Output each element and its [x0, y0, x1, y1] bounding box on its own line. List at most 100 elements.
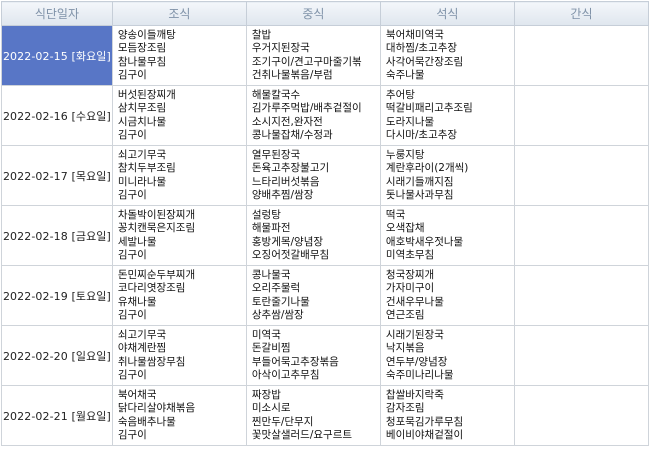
menu-item: 세발나물 — [117, 235, 157, 248]
menu-item: 추어탕 — [385, 88, 415, 101]
menu-item: 도라지나물 — [385, 115, 435, 128]
menu-item: 쇠고기무국 — [117, 148, 167, 161]
breakfast-cell: 돈민찌순두부찌개 코다리엿장조림 유채나물 김구이 — [111, 265, 247, 326]
header-date[interactable]: 식단일자 — [1, 1, 113, 26]
snack-cell — [513, 205, 650, 266]
menu-item: 아삭이고추무침 — [251, 368, 320, 381]
lunch-cell: 열무된장국 돈육고추장불고기 느타리버섯볶음 양배추찜/쌈장 — [245, 145, 381, 206]
date-cell[interactable]: 2022-02-15 [화요일] — [1, 25, 113, 86]
menu-item: 시금치나물 — [117, 115, 167, 128]
dinner-cell: 북어채미역국 대하찜/초고추장 사각어묵간장조림 숙주나물 — [379, 25, 515, 86]
menu-item: 취나물쌈장무침 — [117, 355, 186, 368]
breakfast-cell: 차돌박이된장찌개 꽁치캔묵은지조림 세발나물 김구이 — [111, 205, 247, 266]
menu-item: 청포묵김가루무침 — [385, 415, 464, 428]
meal-schedule-table: 식단일자 조식 중식 석식 간식 2022-02-15 [화요일] 양송이들깨탕 모… — [1, 1, 650, 446]
table-row[interactable]: 2022-02-20 [일요일] 쇠고기무국 야채계란찜 취나물쌈장무침 김구이 미역국 돈… — [1, 325, 650, 386]
breakfast-cell: 북어채국 닭다리살야채볶음 숙음배추나물 김구이 — [111, 385, 247, 446]
lunch-cell: 콩나물국 오리주물럭 토란줄기나물 상추쌈/쌈장 — [245, 265, 381, 326]
breakfast-cell: 양송이들깨탕 모듬장조림 참나물무침 김구이 — [111, 25, 247, 86]
menu-item: 찰밥 — [251, 28, 272, 41]
breakfast-cell: 쇠고기무국 참치두부조림 미니라나물 김구이 — [111, 145, 247, 206]
menu-item: 소시지전,완자전 — [251, 115, 323, 128]
menu-item: 삼치무조림 — [117, 102, 167, 115]
table-row[interactable]: 2022-02-19 [토요일] 돈민찌순두부찌개 코다리엿장조림 유채나물 김구이 콩나… — [1, 265, 650, 326]
header-breakfast[interactable]: 조식 — [111, 1, 247, 26]
menu-item: 찹쌀바지락죽 — [385, 388, 444, 401]
menu-item: 꽃맛살샐러드/요구르트 — [251, 428, 353, 441]
dinner-cell: 시래기된장국 낙지볶음 연두부/양념장 숙주미나리나물 — [379, 325, 515, 386]
menu-item: 홍방게목/양념장 — [251, 235, 324, 248]
header-snack[interactable]: 간식 — [513, 1, 650, 26]
date-cell[interactable]: 2022-02-19 [토요일] — [1, 265, 113, 326]
menu-item: 다시마/초고추장 — [385, 128, 458, 141]
date-cell[interactable]: 2022-02-16 [수요일] — [1, 85, 113, 146]
menu-item: 양송이들깨탕 — [117, 28, 176, 41]
table-row[interactable]: 2022-02-15 [화요일] 양송이들깨탕 모듬장조림 참나물무침 김구이 찰밥 우거지… — [1, 25, 650, 86]
menu-item: 계란후라이(2개씩) — [385, 162, 469, 175]
menu-item: 콩나물잡채/수정과 — [251, 128, 333, 141]
menu-item: 우거지된장국 — [251, 42, 310, 55]
menu-item: 시래기된장국 — [385, 328, 444, 341]
snack-cell — [513, 265, 650, 326]
menu-item: 코다리엿장조림 — [117, 282, 186, 295]
date-cell[interactable]: 2022-02-17 [목요일] — [1, 145, 113, 206]
table-row[interactable]: 2022-02-21 [월요일] 북어채국 닭다리살야채볶음 숙음배추나물 김구이 짜장밥… — [1, 385, 650, 446]
menu-item: 숙음배추나물 — [117, 415, 176, 428]
dinner-cell: 떡국 오색잡채 애호박새우젓나물 미역초무침 — [379, 205, 515, 266]
snack-cell — [513, 385, 650, 446]
menu-item: 콩나물국 — [251, 268, 291, 281]
menu-item: 김구이 — [117, 128, 147, 141]
menu-item: 대하찜/초고추장 — [385, 42, 458, 55]
menu-item: 김구이 — [117, 428, 147, 441]
menu-item: 김구이 — [117, 68, 147, 81]
dinner-cell: 누룽지탕 계란후라이(2개씩) 시래기들깨지짐 돗나물사과무침 — [379, 145, 515, 206]
menu-item: 오징어젓갈배무침 — [251, 248, 330, 261]
menu-item: 설렁탕 — [251, 208, 281, 221]
menu-item: 미역국 — [251, 328, 281, 341]
header-lunch[interactable]: 중식 — [245, 1, 381, 26]
menu-item: 느타리버섯볶음 — [251, 175, 320, 188]
menu-item: 돈민찌순두부찌개 — [117, 268, 196, 281]
menu-item: 참나물무침 — [117, 55, 167, 68]
lunch-cell: 미역국 돈갈비찜 부들어묵고추장볶음 아삭이고추무침 — [245, 325, 381, 386]
menu-item: 북어채미역국 — [385, 28, 444, 41]
menu-item: 부들어묵고추장볶음 — [251, 355, 339, 368]
table-row[interactable]: 2022-02-17 [목요일] 쇠고기무국 참치두부조림 미니라나물 김구이 열무된장국… — [1, 145, 650, 206]
date-cell[interactable]: 2022-02-18 [금요일] — [1, 205, 113, 266]
header-dinner[interactable]: 석식 — [379, 1, 515, 26]
date-cell[interactable]: 2022-02-20 [일요일] — [1, 325, 113, 386]
menu-item: 해물칼국수 — [251, 88, 301, 101]
lunch-cell: 짜장밥 미소시로 찐만두/단무지 꽃맛살샐러드/요구르트 — [245, 385, 381, 446]
menu-item: 해물파전 — [251, 222, 291, 235]
menu-item: 찐만두/단무지 — [251, 415, 314, 428]
menu-item: 야채계란찜 — [117, 342, 167, 355]
menu-item: 건취나물볶음/부럼 — [251, 68, 333, 81]
menu-item: 시래기들깨지짐 — [385, 175, 454, 188]
menu-item: 모듬장조림 — [117, 42, 167, 55]
menu-item: 오리주물럭 — [251, 282, 301, 295]
menu-item: 김가루주먹밥/배추겉절이 — [251, 102, 362, 115]
menu-item: 오색잡채 — [385, 222, 425, 235]
menu-item: 숙주미나리나물 — [385, 368, 454, 381]
dinner-cell: 청국장찌개 가자미구이 건새우무나물 연근조림 — [379, 265, 515, 326]
breakfast-cell: 쇠고기무국 야채계란찜 취나물쌈장무침 김구이 — [111, 325, 247, 386]
dinner-cell: 추어탕 떡갈비패리고추조림 도라지나물 다시마/초고추장 — [379, 85, 515, 146]
date-cell[interactable]: 2022-02-21 [월요일] — [1, 385, 113, 446]
menu-item: 유채나물 — [117, 295, 157, 308]
menu-item: 양배추찜/쌈장 — [251, 188, 314, 201]
table-row[interactable]: 2022-02-16 [수요일] 버섯된장찌개 삼치무조림 시금치나물 김구이 해물칼국수… — [1, 85, 650, 146]
menu-item: 버섯된장찌개 — [117, 88, 176, 101]
menu-item: 낙지볶음 — [385, 342, 425, 355]
lunch-cell: 설렁탕 해물파전 홍방게목/양념장 오징어젓갈배무침 — [245, 205, 381, 266]
menu-item: 닭다리살야채볶음 — [117, 402, 196, 415]
menu-item: 건새우무나물 — [385, 295, 444, 308]
menu-item: 숙주나물 — [385, 68, 425, 81]
dinner-cell: 찹쌀바지락죽 감자조림 청포묵김가루무침 베이비야채겉절이 — [379, 385, 515, 446]
menu-item: 김구이 — [117, 308, 147, 321]
table-body: 2022-02-15 [화요일] 양송이들깨탕 모듬장조림 참나물무침 김구이 찰밥 우거지… — [1, 25, 650, 446]
table-row[interactable]: 2022-02-18 [금요일] 차돌박이된장찌개 꽁치캔묵은지조림 세발나물 김구이 설… — [1, 205, 650, 266]
menu-item: 누룽지탕 — [385, 148, 425, 161]
menu-item: 상추쌈/쌈장 — [251, 308, 304, 321]
menu-item: 북어채국 — [117, 388, 157, 401]
table-header-row: 식단일자 조식 중식 석식 간식 — [1, 1, 650, 26]
